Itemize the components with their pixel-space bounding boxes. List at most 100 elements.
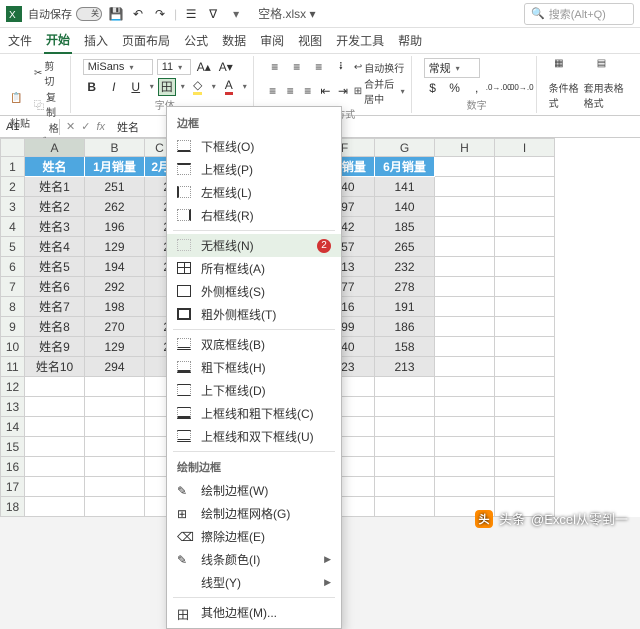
cell-4-b[interactable]: 196 [85, 217, 145, 237]
cell-1-h[interactable] [435, 157, 495, 177]
row-header-2[interactable]: 2 [1, 177, 25, 197]
cell-17-1[interactable] [85, 477, 145, 497]
cell-6-b[interactable]: 194 [85, 257, 145, 277]
indent-inc-button[interactable]: ⇥ [336, 82, 350, 100]
cell-8-b[interactable]: 198 [85, 297, 145, 317]
cell-1-i[interactable] [495, 157, 555, 177]
menu-item[interactable]: 上框线和双下框线(U) [167, 425, 341, 448]
menu-item[interactable]: ⊞绘制边框网格(G) [167, 502, 341, 525]
row-header-9[interactable]: 9 [1, 317, 25, 337]
orientation-button[interactable]: ⭭ [332, 58, 350, 76]
cell-10-x[interactable] [495, 337, 555, 357]
cell-13-8[interactable] [495, 397, 555, 417]
cell-7-b[interactable]: 292 [85, 277, 145, 297]
borders-button[interactable]: 田 [158, 78, 176, 96]
col-header-G[interactable]: G [375, 139, 435, 157]
row-header-17[interactable]: 17 [1, 477, 25, 497]
align-left-button[interactable]: ≡ [266, 82, 280, 100]
menu-item[interactable]: ✎线条颜色(I)▶ [167, 548, 341, 571]
cell-3-x[interactable] [435, 197, 495, 217]
tab-页面布局[interactable]: 页面布局 [120, 28, 172, 53]
col-header-A[interactable]: A [25, 139, 85, 157]
cell-18-6[interactable] [375, 497, 435, 517]
menu-item[interactable]: ✎绘制边框(W) [167, 479, 341, 502]
cell-4-x[interactable] [435, 217, 495, 237]
cell-2-b[interactable]: 251 [85, 177, 145, 197]
cell-7-g[interactable]: 278 [375, 277, 435, 297]
cell-4-g[interactable]: 185 [375, 217, 435, 237]
cell-13-0[interactable] [25, 397, 85, 417]
menu-item[interactable]: 无框线(N)2 [167, 234, 341, 257]
cut-button[interactable]: ✂ 剪切 [34, 58, 64, 88]
select-all-corner[interactable] [1, 139, 25, 157]
cell-3-x[interactable] [495, 197, 555, 217]
cell-15-6[interactable] [375, 437, 435, 457]
col-header-H[interactable]: H [435, 139, 495, 157]
accounting-button[interactable]: $ [424, 79, 442, 97]
menu-item[interactable]: 右框线(R) [167, 204, 341, 227]
menu-item[interactable]: 上框线(P) [167, 158, 341, 181]
cell-10-a[interactable]: 姓名9 [25, 337, 85, 357]
font-size-select[interactable]: 11▾ [157, 59, 191, 75]
filename[interactable]: 空格.xlsx ▾ [258, 5, 315, 22]
name-box[interactable]: A1 [0, 119, 60, 135]
font-color-button[interactable]: A [220, 78, 238, 96]
row-header-6[interactable]: 6 [1, 257, 25, 277]
cell-11-x[interactable] [495, 357, 555, 377]
comma-button[interactable]: , [468, 79, 486, 97]
row-header-7[interactable]: 7 [1, 277, 25, 297]
cell-15-7[interactable] [435, 437, 495, 457]
underline-more-icon[interactable]: ▾ [150, 82, 154, 91]
menu-item[interactable]: 田其他边框(M)... [167, 601, 341, 624]
cell-12-8[interactable] [495, 377, 555, 397]
font-name-select[interactable]: MiSans▾ [83, 59, 153, 75]
row-header-10[interactable]: 10 [1, 337, 25, 357]
cell-14-1[interactable] [85, 417, 145, 437]
tab-公式[interactable]: 公式 [182, 28, 210, 53]
row-header-11[interactable]: 11 [1, 357, 25, 377]
fill-color-button[interactable]: ◇ [189, 78, 207, 96]
cell-16-7[interactable] [435, 457, 495, 477]
shrink-font-button[interactable]: A▾ [217, 58, 235, 76]
cell-13-1[interactable] [85, 397, 145, 417]
cell-5-x[interactable] [435, 237, 495, 257]
cell-11-a[interactable]: 姓名10 [25, 357, 85, 377]
redo-icon[interactable]: ↷ [152, 6, 168, 22]
row-header-12[interactable]: 12 [1, 377, 25, 397]
cell-7-x[interactable] [495, 277, 555, 297]
cell-5-x[interactable] [495, 237, 555, 257]
cell-1-a[interactable]: 姓名 [25, 157, 85, 177]
number-format-select[interactable]: 常规▾ [424, 58, 480, 78]
menu-item[interactable]: 外侧框线(S) [167, 280, 341, 303]
tab-开发工具[interactable]: 开发工具 [334, 28, 386, 53]
cell-1-g[interactable]: 6月销量 [375, 157, 435, 177]
align-right-button[interactable]: ≡ [301, 82, 315, 100]
cell-12-1[interactable] [85, 377, 145, 397]
cell-14-6[interactable] [375, 417, 435, 437]
menu-item[interactable]: 粗外侧框线(T) [167, 303, 341, 326]
cell-14-7[interactable] [435, 417, 495, 437]
row-header-18[interactable]: 18 [1, 497, 25, 517]
row-header-14[interactable]: 14 [1, 417, 25, 437]
wrap-text-button[interactable]: ↩ 自动换行 [354, 60, 404, 75]
cell-4-x[interactable] [495, 217, 555, 237]
fx-icon[interactable]: fx [96, 121, 105, 133]
menu-item[interactable]: 下框线(O) [167, 135, 341, 158]
cell-3-a[interactable]: 姓名2 [25, 197, 85, 217]
cell-10-g[interactable]: 158 [375, 337, 435, 357]
cell-4-a[interactable]: 姓名3 [25, 217, 85, 237]
undo-icon[interactable]: ↶ [130, 6, 146, 22]
fill-more-icon[interactable]: ▾ [212, 82, 216, 91]
tab-数据[interactable]: 数据 [220, 28, 248, 53]
cell-5-g[interactable]: 265 [375, 237, 435, 257]
menu-item[interactable]: 双底框线(B) [167, 333, 341, 356]
cell-8-a[interactable]: 姓名7 [25, 297, 85, 317]
bold-button[interactable]: B [83, 78, 101, 96]
cell-11-g[interactable]: 213 [375, 357, 435, 377]
cell-17-0[interactable] [25, 477, 85, 497]
cell-8-x[interactable] [435, 297, 495, 317]
borders-more-icon[interactable]: ▾ [181, 82, 185, 91]
cell-9-g[interactable]: 186 [375, 317, 435, 337]
row-header-5[interactable]: 5 [1, 237, 25, 257]
row-header-15[interactable]: 15 [1, 437, 25, 457]
